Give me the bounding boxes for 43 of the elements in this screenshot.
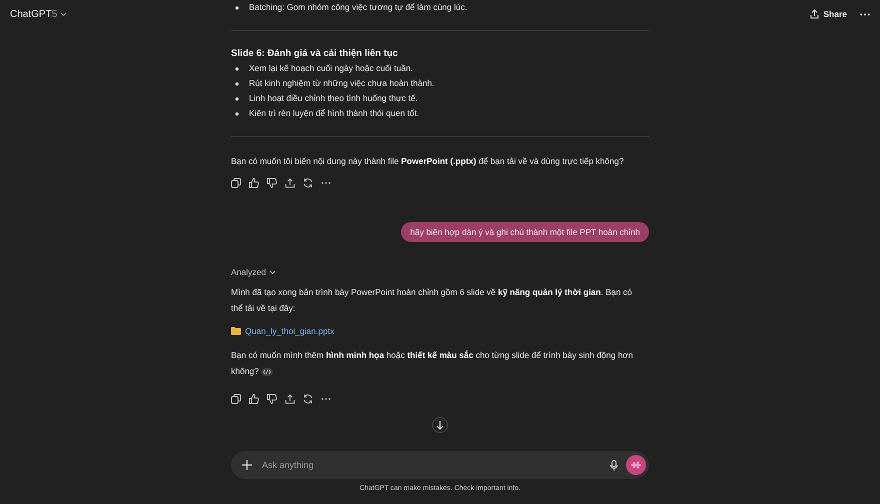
- bullet-icon: [235, 66, 239, 70]
- scroll-down-button[interactable]: [432, 417, 448, 433]
- folder-icon: [231, 327, 241, 335]
- model-selector[interactable]: ChatGPT5: [6, 6, 72, 22]
- waveform-icon: [631, 461, 641, 469]
- microphone-icon[interactable]: [610, 460, 618, 470]
- thumbs-up-icon[interactable]: [249, 394, 259, 404]
- copy-icon[interactable]: [231, 394, 241, 404]
- thumbs-up-icon[interactable]: [249, 178, 259, 188]
- list-item-text: Linh hoạt điều chỉnh theo tình huống thực tế.: [249, 92, 418, 105]
- bullet-icon: [235, 82, 239, 86]
- list-item-text: Kiên trì rèn luyện để hình thành thói quen tốt.: [249, 107, 420, 120]
- bullet-icon: [235, 112, 239, 116]
- chevron-down-icon: [60, 12, 68, 16]
- chevron-down-icon: [268, 270, 276, 275]
- analyzed-toggle[interactable]: Analyzed: [231, 265, 276, 280]
- arrow-down-icon: [435, 420, 445, 430]
- section-heading: Slide 6: Đánh giá và cải thiện liên tục: [231, 47, 399, 61]
- regenerate-icon[interactable]: [303, 178, 313, 188]
- more-icon: [860, 12, 870, 16]
- user-message: hãy biên hợp dàn ý và ghi chú thành một file PPT hoàn chỉnh: [401, 222, 649, 242]
- share-button[interactable]: Share: [805, 6, 852, 22]
- copy-icon[interactable]: [231, 178, 241, 188]
- bullet-icon: [235, 6, 239, 10]
- message-input[interactable]: Ask anything: [260, 459, 602, 471]
- list-item-text: Batching: Gom nhóm công việc tương tự để làm cùng lúc.: [249, 1, 468, 14]
- plus-icon[interactable]: [242, 460, 252, 470]
- message-text: Mình đã tạo xong bản trình bày PowerPoint hoàn chỉnh gồm 6 slide về kỹ năng quản lý thời gian. Bạn có thể tải về tại đây:: [231, 286, 634, 315]
- voice-button[interactable]: [626, 455, 646, 475]
- list-item-text: Xem lại kế hoạch cuối ngày hoặc cuối tuần.: [249, 62, 413, 75]
- message-text: Bạn có muốn mình thêm hình minh họa hoặc thiết kế màu sắc cho từng slide để trình bày sinh động hơn không?: [231, 349, 634, 378]
- code-icon[interactable]: [261, 368, 274, 376]
- share-icon[interactable]: [285, 394, 295, 404]
- file-link[interactable]: Quan_ly_thoi_gian.pptx: [245, 323, 334, 339]
- message-text: Bạn có muốn tôi biến nội dung này thành file PowerPoint (.pptx) để bạn tải về và dùng trực tiếp không?: [231, 155, 625, 168]
- message-composer[interactable]: Ask anything: [231, 451, 649, 479]
- thumbs-down-icon[interactable]: [267, 394, 277, 404]
- share-icon[interactable]: [285, 178, 295, 188]
- share-icon: [810, 9, 820, 19]
- bullet-icon: [235, 96, 239, 100]
- thumbs-down-icon[interactable]: [267, 178, 277, 188]
- regenerate-icon[interactable]: [303, 394, 313, 404]
- list-item-text: Rút kinh nghiệm từ những việc chưa hoàn thành.: [249, 77, 434, 90]
